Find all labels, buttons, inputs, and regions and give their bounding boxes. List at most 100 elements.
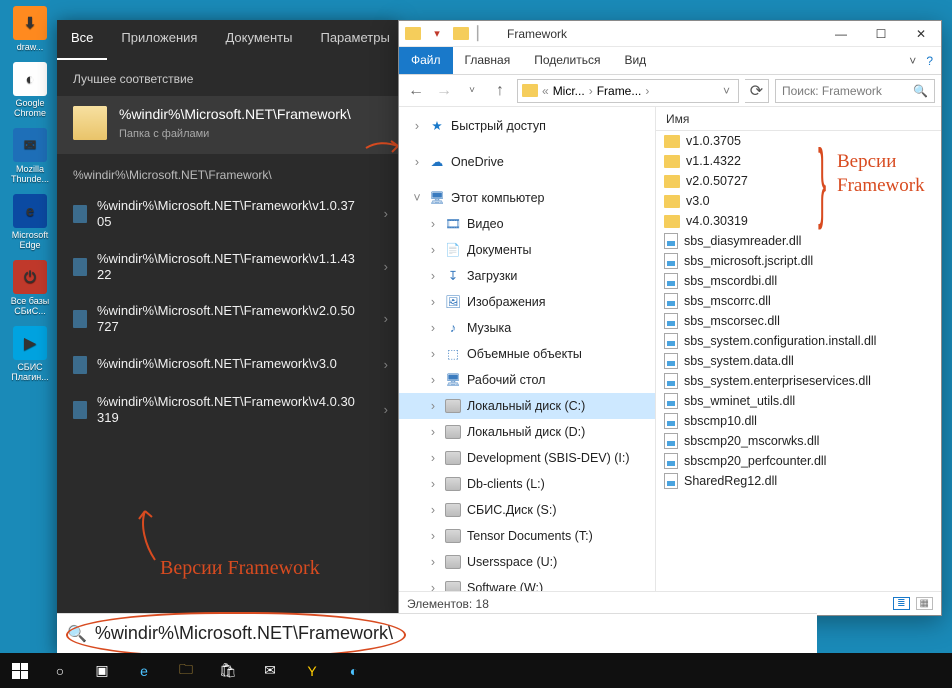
chevron-right-icon[interactable]: › xyxy=(411,151,423,173)
tree-item[interactable]: ›Development (SBIS-DEV) (I:) xyxy=(399,445,655,471)
search-result-item[interactable]: %windir%\Microsoft.NET\Framework\v1.0.37… xyxy=(57,188,398,241)
chevron-right-icon[interactable]: › xyxy=(384,311,388,327)
titlebar[interactable]: ▾ ⎸ Framework — ☐ ✕ xyxy=(399,21,941,47)
list-item[interactable]: sbs_mscorsec.dll xyxy=(656,311,941,331)
list-item[interactable]: sbs_system.configuration.install.dll xyxy=(656,331,941,351)
dropdown-icon[interactable]: ▾ xyxy=(429,26,445,42)
chevron-down-icon[interactable]: ˅ xyxy=(411,187,423,209)
chevron-right-icon[interactable]: › xyxy=(384,402,388,418)
start-tab[interactable]: Параметры xyxy=(306,20,403,60)
desktop-shortcut[interactable]: ⏻Все базы СБиС... xyxy=(2,260,58,316)
taskbar-app-edge[interactable]: e xyxy=(124,653,164,688)
desktop-shortcut[interactable]: eMicrosoft Edge xyxy=(2,194,58,250)
chevron-right-icon[interactable]: › xyxy=(384,356,388,372)
maximize-button[interactable]: ☐ xyxy=(861,21,901,47)
desktop-shortcut[interactable]: ⬇draw... xyxy=(2,6,58,52)
list-item[interactable]: sbs_mscorrc.dll xyxy=(656,291,941,311)
cortana-search-icon[interactable]: ○ xyxy=(40,653,80,688)
ribbon-tab-file[interactable]: Файл xyxy=(399,47,453,74)
taskbar-app-chrome[interactable]: ◐ xyxy=(334,653,374,688)
search-input[interactable]: Поиск: Framework 🔍 xyxy=(775,79,935,103)
desktop-shortcut[interactable]: ◐Google Chrome xyxy=(2,62,58,118)
chevron-right-icon[interactable]: › xyxy=(427,317,439,339)
tree-item[interactable]: ›🖥Рабочий стол xyxy=(399,367,655,393)
tree-item[interactable]: ›Локальный диск (D:) xyxy=(399,419,655,445)
column-header-name[interactable]: Имя xyxy=(656,107,941,131)
tree-item[interactable]: ›Tensor Documents (T:) xyxy=(399,523,655,549)
chevron-right-icon[interactable]: › xyxy=(411,115,423,137)
tree-item[interactable]: ›Локальный диск (C:) xyxy=(399,393,655,419)
large-icons-view-button[interactable]: ▦ xyxy=(916,597,933,610)
chevron-right-icon[interactable]: › xyxy=(427,525,439,547)
list-item[interactable]: v4.0.30319 xyxy=(656,211,941,231)
tree-item[interactable]: ›📄Документы xyxy=(399,237,655,263)
up-button[interactable]: ↑ xyxy=(489,79,511,103)
ribbon-tab-view[interactable]: Вид xyxy=(612,47,658,74)
chevron-right-icon[interactable]: › xyxy=(427,265,439,287)
refresh-button[interactable]: ⟳ xyxy=(745,79,769,103)
chevron-right-icon[interactable]: › xyxy=(427,447,439,469)
list-item[interactable]: sbscmp10.dll xyxy=(656,411,941,431)
start-tab[interactable]: Документы xyxy=(211,20,306,60)
taskbar-search-box[interactable]: 🔍 xyxy=(57,613,817,653)
chevron-right-icon[interactable]: › xyxy=(427,369,439,391)
tree-item[interactable]: ›СБИС.Диск (S:) xyxy=(399,497,655,523)
chevron-right-icon[interactable]: › xyxy=(427,577,439,591)
navigation-pane[interactable]: ›★Быстрый доступ ›☁OneDrive ˅🖥Этот компьют… xyxy=(399,107,656,591)
ribbon-tab-home[interactable]: Главная xyxy=(453,47,523,74)
list-item[interactable]: sbscmp20_mscorwks.dll xyxy=(656,431,941,451)
taskbar-app-store[interactable]: 🛍 xyxy=(208,653,248,688)
list-item[interactable]: sbs_microsoft.jscript.dll xyxy=(656,251,941,271)
search-result-item[interactable]: %windir%\Microsoft.NET\Framework\v2.0.50… xyxy=(57,293,398,346)
start-tab[interactable]: Приложения xyxy=(107,20,211,60)
file-list[interactable]: v1.0.3705v1.1.4322v2.0.50727v3.0v4.0.303… xyxy=(656,131,941,591)
start-tab[interactable]: Все xyxy=(57,20,107,60)
chevron-right-icon[interactable]: › xyxy=(427,499,439,521)
list-item[interactable]: v1.0.3705 xyxy=(656,131,941,151)
breadcrumb[interactable]: « Micr...› Frame...› ˅ xyxy=(517,79,739,103)
chevron-down-icon[interactable]: ˅ xyxy=(909,54,916,68)
search-result-item[interactable]: %windir%\Microsoft.NET\Framework\v3.0› xyxy=(57,346,398,384)
tree-item[interactable]: ›🖼Изображения xyxy=(399,289,655,315)
details-view-button[interactable]: ≣ xyxy=(893,597,909,610)
chevron-right-icon[interactable]: › xyxy=(427,239,439,261)
chevron-right-icon[interactable]: › xyxy=(427,395,439,417)
list-item[interactable]: sbs_system.enterpriseservices.dll xyxy=(656,371,941,391)
breadcrumb-segment[interactable]: Micr...› xyxy=(553,84,593,98)
tree-item[interactable]: ›Usersspace (U:) xyxy=(399,549,655,575)
taskbar-app-explorer[interactable]: 🗀 xyxy=(166,653,206,688)
chevron-right-icon[interactable]: › xyxy=(427,291,439,313)
list-item[interactable]: sbs_mscordbi.dll xyxy=(656,271,941,291)
tree-item[interactable]: ›🎞Видео xyxy=(399,211,655,237)
tree-item[interactable]: ›★Быстрый доступ xyxy=(399,113,655,139)
minimize-button[interactable]: — xyxy=(821,21,861,47)
search-result-item[interactable]: %windir%\Microsoft.NET\Framework\v1.1.43… xyxy=(57,241,398,294)
start-button[interactable] xyxy=(0,653,40,688)
chevron-right-icon[interactable]: › xyxy=(384,259,388,275)
desktop-shortcut[interactable]: ✉Mozilla Thunde... xyxy=(2,128,58,184)
tree-item[interactable]: ›Software (W:) xyxy=(399,575,655,591)
chevron-right-icon[interactable]: › xyxy=(427,343,439,365)
close-button[interactable]: ✕ xyxy=(901,21,941,47)
chevron-right-icon[interactable]: › xyxy=(427,473,439,495)
taskbar-app-mail[interactable]: ✉ xyxy=(250,653,290,688)
list-item[interactable]: sbs_system.data.dll xyxy=(656,351,941,371)
tree-item[interactable]: ›↧Загрузки xyxy=(399,263,655,289)
list-item[interactable]: sbs_diasymreader.dll xyxy=(656,231,941,251)
list-item[interactable]: sbs_wminet_utils.dll xyxy=(656,391,941,411)
desktop-shortcut[interactable]: ▶СБИС Плагин... xyxy=(2,326,58,382)
breadcrumb-segment[interactable]: Frame...› xyxy=(597,84,650,98)
list-item[interactable]: SharedReg12.dll xyxy=(656,471,941,491)
forward-button[interactable]: → xyxy=(433,79,455,103)
tree-item[interactable]: ›☁OneDrive xyxy=(399,149,655,175)
tree-item[interactable]: ›Db-clients (L:) xyxy=(399,471,655,497)
search-input[interactable] xyxy=(95,623,807,644)
tree-item[interactable]: ›♪Музыка xyxy=(399,315,655,341)
tree-item[interactable]: ›⬚Объемные объекты xyxy=(399,341,655,367)
taskbar-app-task-view[interactable]: ▣ xyxy=(82,653,122,688)
list-item[interactable]: sbscmp20_perfcounter.dll xyxy=(656,451,941,471)
recent-locations-button[interactable]: ˅ xyxy=(461,79,483,103)
ribbon-tab-share[interactable]: Поделиться xyxy=(522,47,612,74)
tree-item[interactable]: ˅🖥Этот компьютер xyxy=(399,185,655,211)
best-match-result[interactable]: %windir%\Microsoft.NET\Framework\ Папка … xyxy=(57,96,398,154)
